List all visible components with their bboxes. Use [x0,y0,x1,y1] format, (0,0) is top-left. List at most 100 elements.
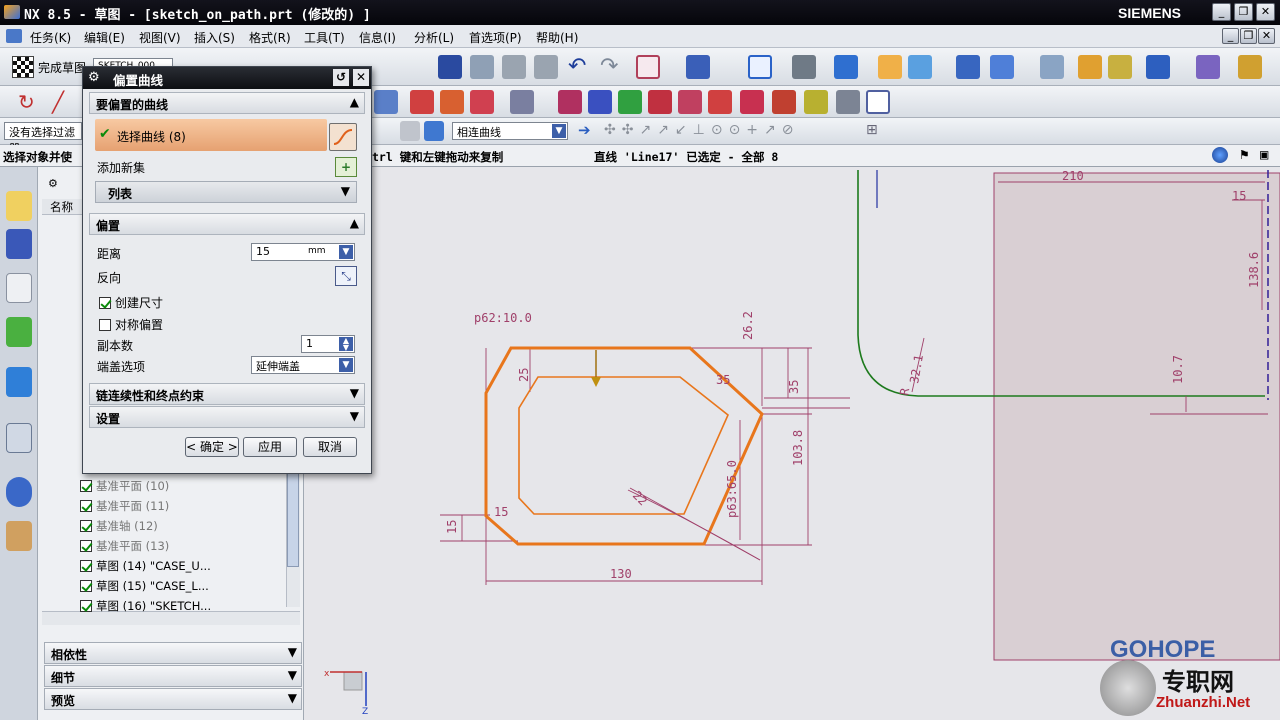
create-dim-checkbox[interactable]: 创建尺寸 [99,294,163,311]
transform-icon[interactable] [990,55,1014,79]
offset-curve-icon[interactable] [866,90,890,114]
menu-insert[interactable]: 插入(S) [194,29,235,46]
select-curve-row[interactable]: ✔ 选择曲线 (8) [95,119,327,151]
chevron-down-icon[interactable]: ▼ [288,668,297,682]
section-chain[interactable]: 链连续性和终点约束 ▼ [89,383,365,405]
hd3d-icon[interactable] [6,367,32,397]
redo-icon[interactable]: ↷ [600,54,618,79]
nav-scroll-thumb[interactable] [287,467,299,567]
reuse-library-icon[interactable] [6,317,32,347]
globe-icon[interactable] [1212,147,1228,163]
history-icon[interactable] [6,477,32,507]
trim-icon[interactable] [410,90,434,114]
profile-icon[interactable]: ↻ [18,90,35,114]
dim-10-7[interactable]: 10.7 [1171,355,1185,384]
chevron-down-icon[interactable]: ▼ [350,409,359,423]
symmetric-checkbox[interactable]: 对称偏置 [99,316,163,333]
visibility-checkbox[interactable] [80,540,92,552]
arrow-tool-icon[interactable] [1146,55,1170,79]
chamfer-icon[interactable] [510,90,534,114]
reset-icon[interactable]: ↺ [333,69,349,86]
dim-r22[interactable]: 22 [630,488,650,508]
finish-sketch-label[interactable]: 完成草图 [38,59,86,76]
cancel-button[interactable]: 取消 [303,437,357,457]
grid-icon[interactable] [1196,55,1220,79]
panel-preview[interactable]: 预览 ▼ [44,688,302,710]
relations-icon[interactable] [804,90,828,114]
chevron-up-icon[interactable]: ▲ [350,216,359,230]
snap-more-icon[interactable]: ⊞ [866,122,878,138]
save-icon[interactable] [438,55,462,79]
dialog-title-bar[interactable]: ⚙ 偏置曲线 ↺ ✕ [83,67,371,89]
part-nav-icon[interactable] [6,273,32,303]
dim-35-b[interactable]: 35 [787,380,801,394]
selection-scope-icon[interactable] [400,121,420,141]
visibility-checkbox[interactable] [80,600,92,612]
panel-dependencies[interactable]: 相依性 ▼ [44,642,302,664]
dim-15-c[interactable]: 15 [1232,189,1246,203]
spin-arrows-icon[interactable]: ▲ ▼ [339,337,353,352]
menu-help[interactable]: 帮助(H) [536,29,578,46]
close-button[interactable]: ✕ [1256,3,1275,21]
dim-210[interactable]: 210 [1062,169,1084,183]
box-view-icon[interactable] [834,55,858,79]
chevron-down-icon[interactable]: ▼ [339,358,353,372]
window-icon[interactable]: ▣ [1260,147,1268,163]
visibility-checkbox[interactable] [80,520,92,532]
extend-icon[interactable] [440,90,464,114]
dim-r32-1-value[interactable]: 32.1 [907,354,926,385]
web-browser-icon[interactable] [6,423,32,453]
reverse-direction-icon[interactable]: ⤡ [335,266,357,286]
section-curves[interactable]: 要偏置的曲线 ▲ [89,92,365,114]
line-icon[interactable]: ╱ [52,90,64,114]
nav-gear-icon[interactable]: ⚙ [48,177,58,190]
menu-analysis[interactable]: 分析(L) [414,29,454,46]
chevron-down-icon[interactable]: ▼ [341,184,350,198]
command-finder-icon[interactable] [636,55,660,79]
assembly-nav-icon[interactable] [6,191,32,221]
add-set-icon[interactable]: + [335,157,357,177]
dim-35-a[interactable]: 35 [716,373,730,387]
vdim-icon[interactable] [588,90,612,114]
copy-icon[interactable] [502,55,526,79]
body-select-icon[interactable] [424,121,444,141]
corner-icon[interactable] [470,90,494,114]
tree-row[interactable]: 基准轴 (12) [80,518,158,536]
horizontal-icon[interactable] [648,90,672,114]
section-settings[interactable]: 设置 ▼ [89,406,365,428]
dim-15-a[interactable]: 15 [494,505,508,519]
visibility-checkbox[interactable] [80,560,92,572]
parallel-icon[interactable] [708,90,732,114]
close-icon[interactable]: ✕ [353,69,369,86]
apply-button[interactable]: 应用 [243,437,297,457]
dim-25[interactable]: 25 [517,368,531,382]
vertical-icon[interactable] [678,90,702,114]
snap-point-icons[interactable]: ✣✣↗↗↙⊥⊙⊙+↗⊘ [604,122,800,138]
cut-icon[interactable] [470,55,494,79]
doc-minimize-button[interactable]: _ [1222,28,1239,44]
dim-130[interactable]: 130 [610,567,632,581]
maximize-button[interactable]: ❐ [1234,3,1253,21]
table-icon[interactable] [1040,55,1064,79]
sketch-tool-icon[interactable] [374,90,398,114]
section-offset[interactable]: 偏置 ▲ [89,213,365,235]
doc-restore-button[interactable]: ❐ [1240,28,1257,44]
paste-icon[interactable] [534,55,558,79]
list-expander[interactable]: 列表 ▼ [95,181,357,203]
finish-sketch-icon[interactable] [12,56,34,78]
undo-icon[interactable]: ↶ [568,54,586,79]
menu-view[interactable]: 视图(V) [139,29,181,46]
perp-icon[interactable] [740,90,764,114]
constraint-nav-icon[interactable] [6,229,32,259]
render-style-icon[interactable] [792,55,816,79]
dim-icon[interactable] [558,90,582,114]
curve-select-icon[interactable] [329,123,357,151]
app-menu-icon[interactable] [6,29,22,43]
tree-row[interactable]: 草图 (16) "SKETCH... [80,598,211,616]
copies-stepper[interactable]: 1 ▲ ▼ [301,335,355,353]
menu-tools[interactable]: 工具(T) [304,29,345,46]
layer-icon[interactable] [878,55,902,79]
symmetric-check-icon[interactable] [99,319,111,331]
tree-row[interactable]: 草图 (15) "CASE_L... [80,578,209,596]
menu-format[interactable]: 格式(R) [249,29,291,46]
